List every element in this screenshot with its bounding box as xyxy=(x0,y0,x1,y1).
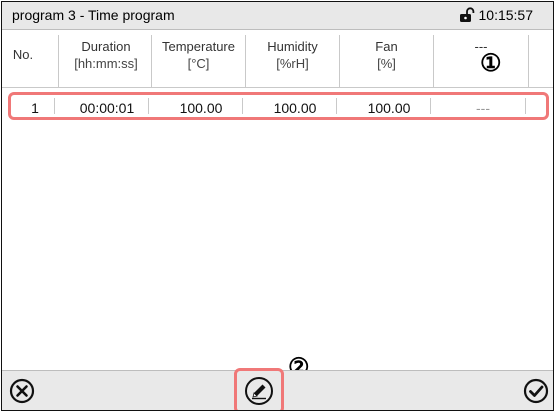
checkmark-circle-icon xyxy=(523,378,549,404)
column-divider xyxy=(528,35,529,87)
callout-marker-1: ① xyxy=(480,50,502,77)
column-divider xyxy=(339,35,340,87)
cell-fan: 100.00 xyxy=(367,100,411,116)
row-divider xyxy=(54,98,55,114)
cell-duration: 00:00:01 xyxy=(79,100,135,116)
column-header-temperature: Temperature [°C] xyxy=(162,39,235,71)
edit-button[interactable] xyxy=(234,368,284,410)
cell-humidity: 100.00 xyxy=(273,100,317,116)
lock-open-icon xyxy=(459,7,474,22)
column-header-no: No. xyxy=(12,47,34,62)
column-divider xyxy=(58,35,59,87)
cancel-button[interactable] xyxy=(8,377,36,405)
table-row[interactable]: 1 00:00:01 100.00 100.00 100.00 --- xyxy=(8,92,549,120)
row-divider xyxy=(525,98,526,114)
row-divider xyxy=(242,98,243,114)
confirm-button[interactable] xyxy=(522,377,550,405)
column-divider xyxy=(245,35,246,87)
page-title: program 3 - Time program xyxy=(12,7,175,23)
column-header-humidity: Humidity [%rH] xyxy=(267,39,318,71)
edit-pencil-icon xyxy=(245,377,273,405)
row-divider xyxy=(336,98,337,114)
table-header: No. Duration [hh:mm:ss] Temperature [°C]… xyxy=(2,30,553,88)
close-circle-icon xyxy=(9,378,35,404)
clock-time: 10:15:57 xyxy=(478,7,534,23)
column-header-fan: Fan [%] xyxy=(375,39,398,71)
cell-no: 1 xyxy=(31,100,39,116)
time-program-screen: program 3 - Time program 10:15:57 No. Du… xyxy=(1,1,554,411)
row-divider xyxy=(148,98,149,114)
title-bar: program 3 - Time program 10:15:57 xyxy=(2,2,553,30)
cell-extra: --- xyxy=(476,100,490,116)
column-divider xyxy=(433,35,434,87)
column-divider xyxy=(151,35,152,87)
row-divider xyxy=(430,98,431,114)
status-area: 10:15:57 xyxy=(459,7,534,23)
column-header-duration: Duration [hh:mm:ss] xyxy=(74,39,138,71)
bottom-toolbar xyxy=(2,368,553,410)
cell-temperature: 100.00 xyxy=(179,100,223,116)
